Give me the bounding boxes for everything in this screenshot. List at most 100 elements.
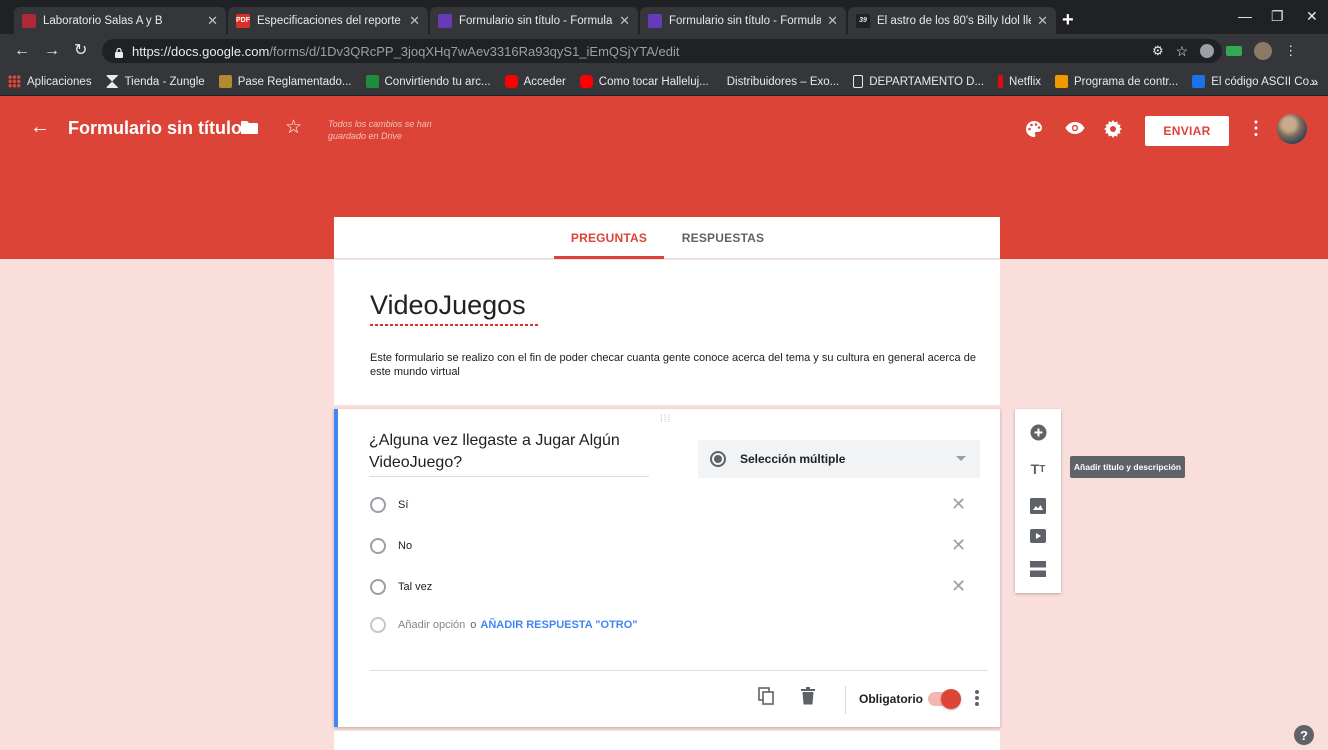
browser-tab[interactable]: 39 El astro de los 80's Billy Idol llega… — [848, 7, 1056, 34]
maximize-window-icon[interactable]: ❐ — [1271, 8, 1284, 25]
add-video-icon[interactable] — [1028, 526, 1048, 546]
extension-icon[interactable] — [1200, 44, 1215, 58]
document-icon — [853, 75, 864, 88]
browser-tab[interactable]: Formulario sin título - Formulario ✕ — [430, 7, 638, 34]
form-title-card: VideoJuegos Este formulario se realizo c… — [334, 260, 1000, 405]
help-icon[interactable]: ? — [1294, 725, 1314, 745]
close-tab-icon[interactable]: ✕ — [619, 13, 630, 29]
chrome-menu-icon[interactable]: ⋮ — [1284, 43, 1297, 59]
bookmark-label: Acceder — [523, 75, 566, 88]
preview-eye-icon[interactable] — [1065, 120, 1085, 140]
browser-tab[interactable]: Laboratorio Salas A y B ✕ — [14, 7, 226, 34]
bookmark-label: Convirtiendo tu arc... — [384, 75, 491, 88]
add-image-icon[interactable] — [1028, 496, 1048, 516]
active-tab-indicator — [554, 256, 664, 259]
close-tab-icon[interactable]: ✕ — [827, 13, 838, 29]
option-label[interactable]: No — [398, 540, 412, 552]
question-card[interactable]: ⁞⁞⁞ ¿Alguna vez llegaste a Jugar Algún V… — [334, 409, 1000, 727]
add-question-icon[interactable] — [1028, 422, 1048, 442]
dropdown-arrow-icon — [956, 456, 966, 461]
bookmark-item[interactable]: El código ASCII Co... — [1192, 75, 1319, 88]
address-bar[interactable]: https://docs.google.com/forms/d/1Dv3QRcP… — [102, 39, 1222, 63]
browser-toolbar: ← → ↻ https://docs.google.com/forms/d/1D… — [0, 34, 1328, 68]
browser-tab-active[interactable]: Formulario sin título - Formulario ✕ — [640, 7, 846, 34]
back-arrow-icon[interactable]: ← — [14, 43, 30, 59]
minimize-window-icon[interactable]: — — [1238, 8, 1252, 24]
bookmark-item[interactable]: Programa de contr... — [1055, 75, 1178, 88]
extension-area: ⚙ ☆ ⋮ — [1152, 42, 1297, 60]
bookmark-item[interactable]: Netflix — [998, 75, 1041, 88]
add-section-icon[interactable] — [1028, 559, 1048, 579]
more-bookmarks-icon[interactable]: » — [1311, 74, 1318, 89]
radio-circle-icon — [370, 538, 386, 554]
add-option-input[interactable]: Añadir opción — [398, 619, 465, 631]
bookmark-label: Programa de contr... — [1074, 75, 1179, 88]
send-button[interactable]: ENVIAR — [1145, 116, 1229, 146]
question-title-input[interactable]: ¿Alguna vez llegaste a Jugar Algún Video… — [369, 430, 649, 474]
forward-arrow-icon[interactable]: → — [44, 43, 60, 59]
browser-tab[interactable]: PDF Especificaciones del reporte de la ✕ — [228, 7, 428, 34]
tab-questions[interactable]: PREGUNTAS — [554, 217, 664, 259]
question-type-label: Selección múltiple — [740, 452, 846, 466]
delete-trash-icon[interactable] — [801, 687, 815, 710]
new-tab-icon[interactable]: + — [1062, 10, 1074, 30]
url-path: /forms/d/1Dv3QRcPP_3joqXHq7wAev3316Ra93q… — [269, 43, 680, 59]
duplicate-icon[interactable] — [758, 687, 774, 710]
browser-tab-title: El astro de los 80's Billy Idol llega — [877, 14, 1032, 27]
tab-responses[interactable]: RESPUESTAS — [668, 217, 778, 259]
star-icon[interactable]: ☆ — [285, 116, 302, 139]
required-toggle[interactable] — [928, 689, 961, 709]
bookmark-label: Distribuidores – Exo... — [726, 75, 840, 88]
folder-icon[interactable] — [241, 119, 258, 139]
bookmark-label: Aplicaciones — [27, 75, 92, 88]
tooltip: Añadir título y descripción — [1070, 456, 1185, 478]
bookmark-item[interactable]: DEPARTAMENTO D... — [853, 75, 984, 88]
site-icon — [1055, 75, 1068, 88]
bookmark-star-icon[interactable]: ☆ — [1176, 43, 1189, 60]
bookmark-item[interactable]: Como tocar Halleluj... — [579, 75, 709, 88]
add-title-icon[interactable]: TT — [1028, 459, 1048, 479]
form-title-input[interactable]: VideoJuegos — [370, 290, 526, 321]
bookmark-item[interactable]: Acceder — [504, 75, 566, 88]
close-tab-icon[interactable]: ✕ — [207, 13, 218, 29]
bookmark-item[interactable]: Convirtiendo tu arc... — [365, 75, 491, 88]
form-description-input[interactable]: Este formulario se realizo con el fin de… — [370, 351, 990, 379]
question-type-select[interactable]: Selección múltiple — [698, 440, 980, 478]
close-tab-icon[interactable]: ✕ — [409, 13, 420, 29]
remove-option-icon[interactable]: ✕ — [951, 495, 966, 513]
bookmark-item[interactable]: Distribuidores – Exo... — [727, 76, 840, 88]
add-other-button[interactable]: AÑADIR RESPUESTA "OTRO" — [480, 619, 637, 631]
extension-icon[interactable] — [1226, 46, 1243, 56]
url-host: https://docs.google.com — [132, 43, 270, 59]
dot — [975, 702, 979, 706]
answer-option[interactable]: Sí — [370, 494, 408, 516]
palette-icon[interactable] — [1025, 120, 1043, 143]
lock-icon — [114, 46, 124, 58]
more-options-icon[interactable]: ⋮ — [1247, 118, 1265, 139]
profile-avatar-icon[interactable] — [1254, 42, 1273, 60]
saved-status: Todos los cambios se han guardado en Dri… — [328, 119, 432, 141]
remove-option-icon[interactable]: ✕ — [951, 536, 966, 554]
user-avatar[interactable] — [1277, 114, 1307, 144]
option-label[interactable]: Sí — [398, 499, 408, 511]
spellcheck-underline — [370, 324, 540, 326]
radio-circle-icon — [370, 497, 386, 513]
bookmark-item[interactable]: Pase Reglamentado... — [218, 75, 352, 88]
back-arrow-icon[interactable]: ← — [30, 116, 50, 139]
forms-favicon-icon — [648, 13, 662, 28]
translate-icon[interactable]: ⚙ — [1152, 43, 1164, 59]
bookmark-label: Tienda - Zungle — [124, 75, 205, 88]
remove-option-icon[interactable]: ✕ — [951, 577, 966, 595]
close-window-icon[interactable]: ✕ — [1306, 8, 1318, 25]
form-doc-title[interactable]: Formulario sin título — [68, 118, 242, 139]
more-options-icon[interactable] — [975, 690, 979, 706]
answer-option[interactable]: No — [370, 535, 412, 557]
option-label[interactable]: Tal vez — [398, 581, 432, 593]
reload-icon[interactable]: ↻ — [74, 43, 87, 59]
settings-gear-icon[interactable] — [1104, 120, 1122, 143]
answer-option[interactable]: Tal vez — [370, 576, 432, 598]
drag-handle-icon[interactable]: ⁞⁞⁞ — [660, 414, 671, 425]
close-tab-icon[interactable]: ✕ — [1037, 13, 1048, 29]
bookmark-apps[interactable]: Aplicaciones — [8, 75, 92, 88]
bookmark-item[interactable]: Tienda - Zungle — [105, 75, 205, 88]
